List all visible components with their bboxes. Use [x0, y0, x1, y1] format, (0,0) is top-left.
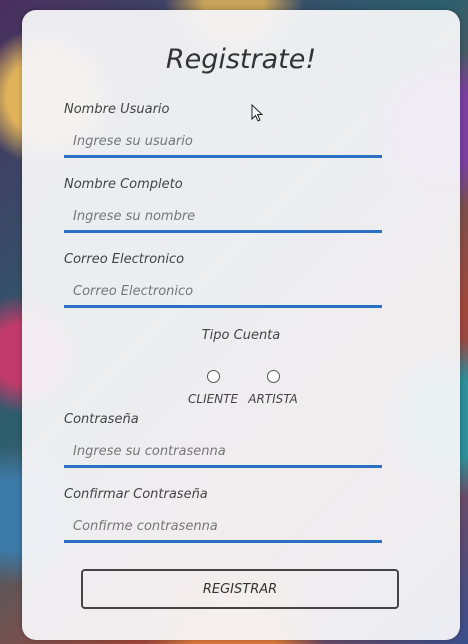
username-label: Nombre Usuario: [64, 102, 170, 117]
radio-artista-label: ARTISTA: [248, 392, 298, 406]
email-label: Correo Electronico: [64, 252, 185, 267]
radio-cliente-label: CLIENTE: [188, 392, 239, 406]
radio-cliente-circle[interactable]: [206, 370, 220, 383]
register-card: Registrate! Nombre Usuario Nombre Comple…: [22, 10, 460, 640]
radio-artista-circle[interactable]: [266, 370, 280, 383]
radio-artista[interactable]: ARTISTA: [248, 370, 298, 406]
fullname-label: Nombre Completo: [64, 177, 183, 192]
username-input[interactable]: [64, 128, 382, 158]
radio-cliente[interactable]: CLIENTE: [188, 370, 238, 406]
page-title: Registrate!: [165, 44, 317, 75]
register-button[interactable]: REGISTRAR: [81, 569, 399, 609]
mouse-cursor-icon: [251, 104, 264, 122]
email-input[interactable]: [64, 278, 382, 308]
password-input[interactable]: [64, 438, 382, 468]
fullname-input[interactable]: [64, 203, 382, 233]
account-type-label: Tipo Cuenta: [201, 328, 281, 343]
confirm-password-label: Confirmar Contraseña: [64, 487, 208, 502]
password-label: Contraseña: [64, 412, 139, 427]
confirm-password-input[interactable]: [64, 513, 382, 543]
